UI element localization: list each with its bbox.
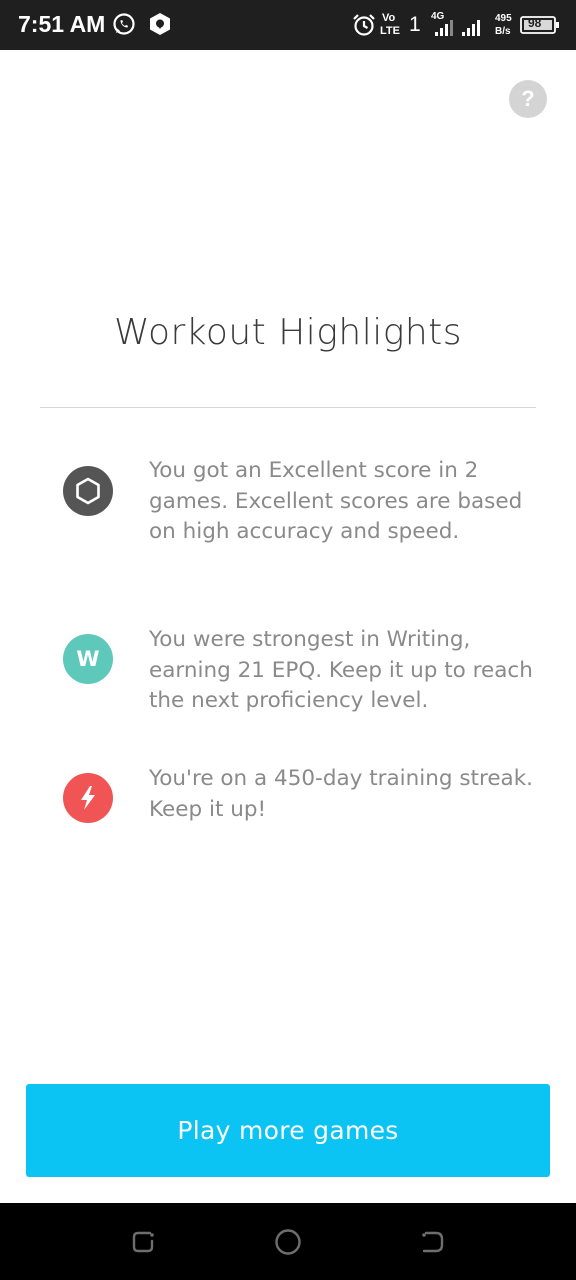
play-more-games-button[interactable]: Play more games <box>26 1084 550 1177</box>
writing-icon: W <box>63 634 113 684</box>
hexagon-icon <box>63 466 113 516</box>
highlight-text: You were strongest in Writing, earning 2… <box>149 627 533 713</box>
play-more-games-label: Play more games <box>177 1116 399 1145</box>
network-lte: LTE <box>380 25 400 37</box>
shield-app-icon <box>148 12 172 38</box>
lightning-icon <box>63 773 113 823</box>
status-time: 7:51 AM <box>18 11 106 37</box>
back-button[interactable] <box>418 1227 448 1257</box>
status-bar: 7:51 AM Vo LTE 1 4G 495 B/s 98 <box>0 0 576 50</box>
help-button[interactable]: ? <box>509 80 547 118</box>
home-button[interactable] <box>273 1227 303 1257</box>
title-divider <box>40 407 536 408</box>
highlight-text: You're on a 450-day training streak. Kee… <box>149 766 534 822</box>
whatsapp-icon <box>112 12 136 38</box>
battery-level: 98 <box>528 16 542 30</box>
page-title: Workout Highlights <box>113 312 463 353</box>
recents-button[interactable] <box>128 1227 158 1257</box>
navigation-bar <box>0 1203 576 1280</box>
network-speed-value: 495 <box>495 13 512 24</box>
writing-icon-letter: W <box>76 647 100 671</box>
sim-slot: 1 <box>409 13 421 36</box>
alarm-icon <box>352 13 376 39</box>
signal-icon <box>432 14 486 40</box>
help-icon: ? <box>521 86 535 111</box>
highlight-text: You got an Excellent score in 2 games. E… <box>149 458 523 544</box>
network-speed-unit: B/s <box>495 26 511 37</box>
network-vo: Vo <box>382 12 396 24</box>
